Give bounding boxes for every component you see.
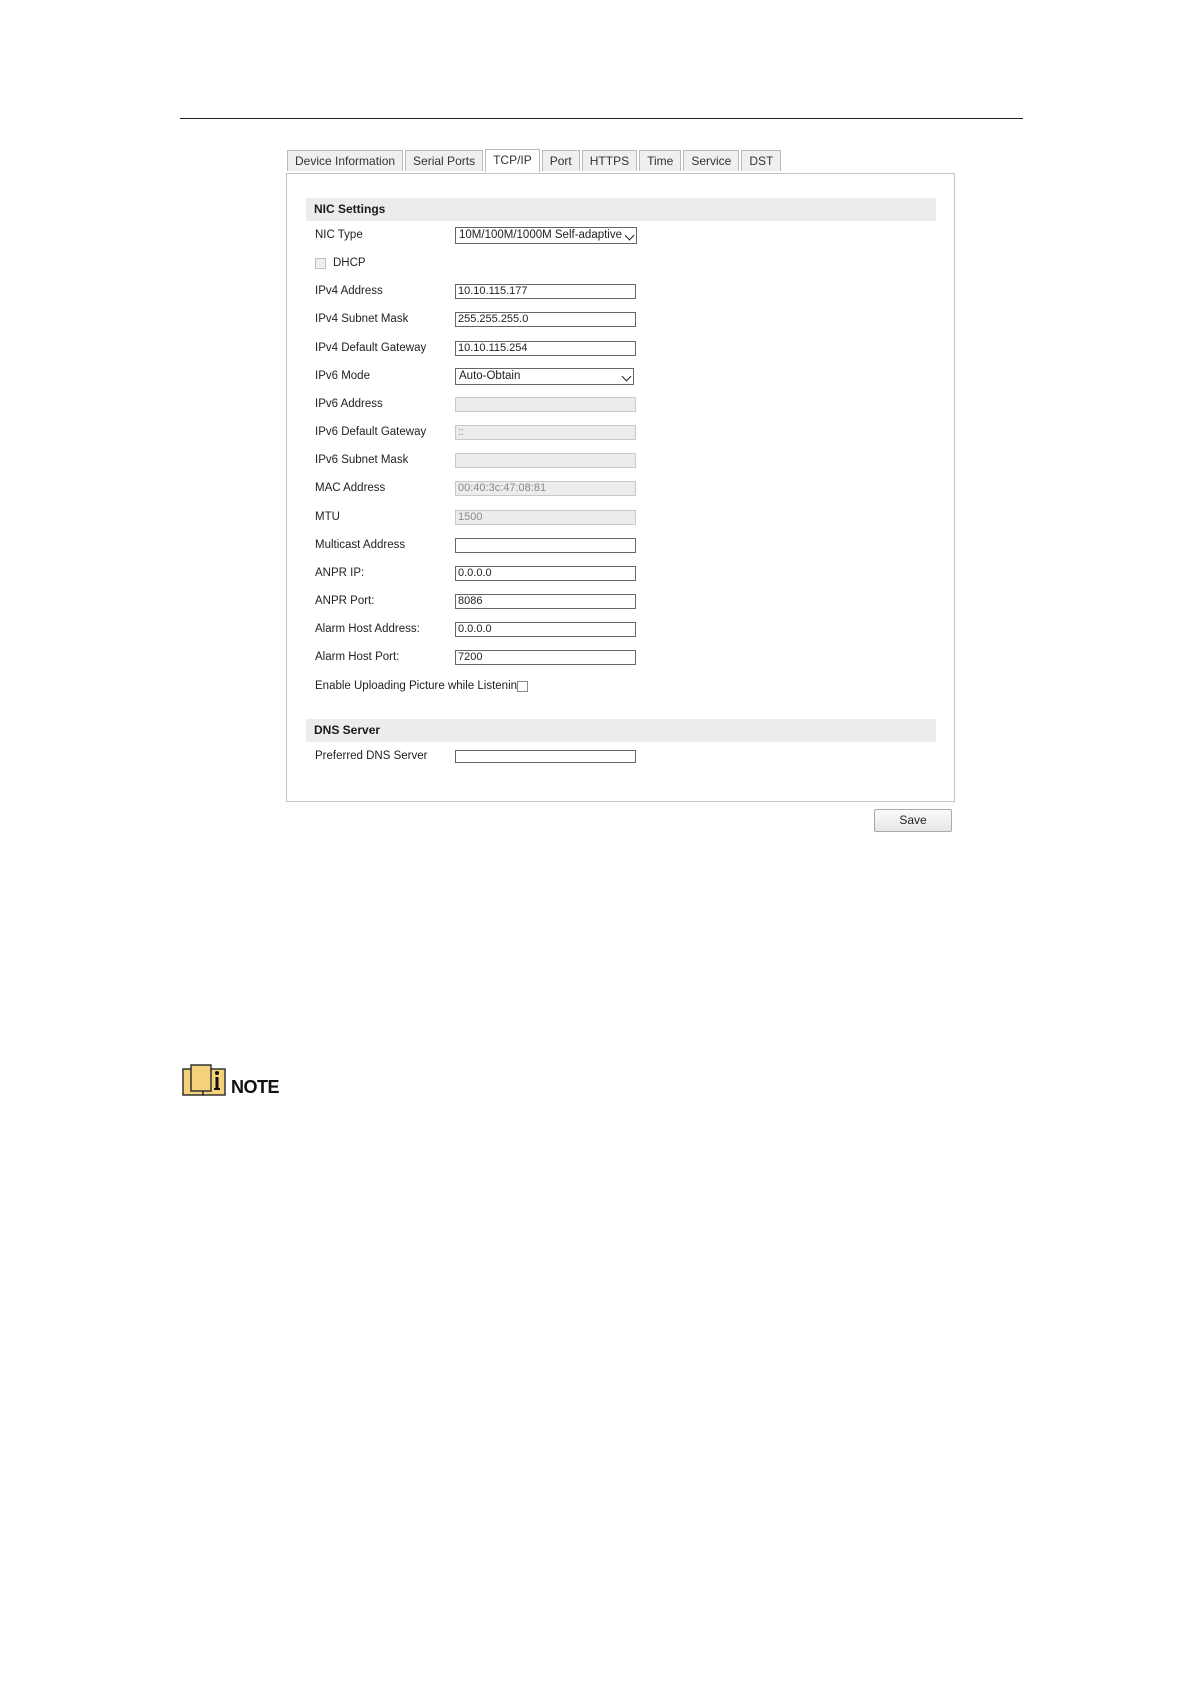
anpr-port-label: ANPR Port:: [315, 595, 375, 607]
book-info-icon: [182, 1064, 226, 1096]
ipv6-address-input: [455, 397, 636, 412]
multicast-address-label: Multicast Address: [315, 539, 406, 551]
preferred-dns-label: Preferred DNS Server: [315, 750, 428, 762]
alarm-host-address-label: Alarm Host Address:: [315, 623, 420, 635]
nic-settings-header: NIC Settings: [306, 198, 936, 221]
ipv6-default-gateway-label: IPv6 Default Gateway: [315, 426, 427, 438]
ipv6-address-label: IPv6 Address: [315, 398, 383, 410]
ipv4-subnet-mask-row: IPv4 Subnet Mask 255.255.255.0: [287, 309, 954, 329]
multicast-address-row: Multicast Address: [287, 535, 954, 555]
nic-type-value: 10M/100M/1000M Self-adaptive: [459, 229, 623, 241]
mtu-label: MTU: [315, 511, 340, 523]
preferred-dns-input[interactable]: [455, 750, 636, 763]
ipv4-default-gateway-row: IPv4 Default Gateway 10.10.115.254: [287, 338, 954, 358]
ipv4-address-label: IPv4 Address: [315, 285, 383, 297]
enable-uploading-checkbox[interactable]: [517, 681, 528, 692]
dns-server-header: DNS Server: [306, 719, 936, 742]
tab-time[interactable]: Time: [639, 150, 682, 171]
anpr-ip-input[interactable]: 0.0.0.0: [455, 566, 636, 581]
dhcp-label: DHCP: [333, 257, 366, 269]
dhcp-row: DHCP: [287, 253, 954, 273]
ipv6-subnet-mask-label: IPv6 Subnet Mask: [315, 454, 409, 466]
enable-uploading-row: Enable Uploading Picture while Listening…: [287, 676, 954, 696]
tab-port[interactable]: Port: [541, 150, 580, 171]
tab-serial-ports[interactable]: Serial Ports: [405, 150, 484, 171]
alarm-host-port-label: Alarm Host Port:: [315, 651, 400, 663]
ipv6-subnet-mask-input: [455, 453, 636, 468]
multicast-address-input[interactable]: [455, 538, 636, 553]
chevron-down-icon: [624, 230, 635, 241]
page-header-rule: [180, 118, 1023, 119]
ipv4-address-input[interactable]: 10.10.115.177: [455, 284, 636, 299]
alarm-host-port-row: Alarm Host Port: 7200: [287, 647, 954, 667]
alarm-host-port-input[interactable]: 7200: [455, 650, 636, 665]
ipv4-address-row: IPv4 Address 10.10.115.177: [287, 281, 954, 301]
mtu-input: 1500: [455, 510, 636, 525]
alarm-host-address-row: Alarm Host Address: 0.0.0.0: [287, 619, 954, 639]
tab-device-information[interactable]: Device Information: [287, 150, 404, 171]
nic-type-row: NIC Type 10M/100M/1000M Self-adaptive: [287, 225, 954, 245]
anpr-ip-row: ANPR IP: 0.0.0.0: [287, 563, 954, 583]
ipv4-default-gateway-input[interactable]: 10.10.115.254: [455, 341, 636, 356]
nic-type-label: NIC Type: [315, 229, 363, 241]
ipv4-subnet-mask-label: IPv4 Subnet Mask: [315, 313, 409, 325]
tab-service[interactable]: Service: [683, 150, 740, 171]
ipv6-mode-row: IPv6 Mode Auto-Obtain: [287, 366, 954, 386]
ipv6-default-gateway-row: IPv6 Default Gateway ::: [287, 422, 954, 442]
note-label: NOTE: [231, 1077, 280, 1097]
ipv6-mode-value: Auto-Obtain: [459, 370, 521, 382]
ipv6-subnet-mask-row: IPv6 Subnet Mask: [287, 450, 954, 470]
mac-address-row: MAC Address 00:40:3c:47:08:81: [287, 478, 954, 498]
ipv6-mode-select[interactable]: Auto-Obtain: [455, 368, 634, 385]
alarm-host-address-input[interactable]: 0.0.0.0: [455, 622, 636, 637]
save-button[interactable]: Save: [874, 809, 952, 832]
ipv4-subnet-mask-input[interactable]: 255.255.255.0: [455, 312, 636, 327]
anpr-port-input[interactable]: 8086: [455, 594, 636, 609]
mac-address-label: MAC Address: [315, 482, 386, 494]
mac-address-input: 00:40:3c:47:08:81: [455, 481, 636, 496]
preferred-dns-row: Preferred DNS Server: [287, 746, 954, 766]
ipv4-default-gateway-label: IPv4 Default Gateway: [315, 342, 427, 354]
tcp-ip-settings-panel: NIC Settings NIC Type 10M/100M/1000M Sel…: [286, 173, 955, 802]
chevron-down-icon: [621, 371, 632, 382]
mtu-row: MTU 1500: [287, 507, 954, 527]
dhcp-checkbox[interactable]: [315, 258, 326, 269]
ipv6-mode-label: IPv6 Mode: [315, 370, 370, 382]
ipv6-default-gateway-input: ::: [455, 425, 636, 440]
tab-https[interactable]: HTTPS: [581, 150, 638, 171]
nic-type-select[interactable]: 10M/100M/1000M Self-adaptive: [455, 227, 637, 244]
ipv6-address-row: IPv6 Address: [287, 394, 954, 414]
enable-uploading-label: Enable Uploading Picture while Listening…: [315, 680, 527, 692]
settings-tabs: Device Information Serial Ports TCP/IP P…: [287, 149, 783, 172]
anpr-ip-label: ANPR IP:: [315, 567, 365, 579]
anpr-port-row: ANPR Port: 8086: [287, 591, 954, 611]
tab-tcp-ip[interactable]: TCP/IP: [485, 149, 540, 172]
tab-dst[interactable]: DST: [741, 150, 782, 171]
